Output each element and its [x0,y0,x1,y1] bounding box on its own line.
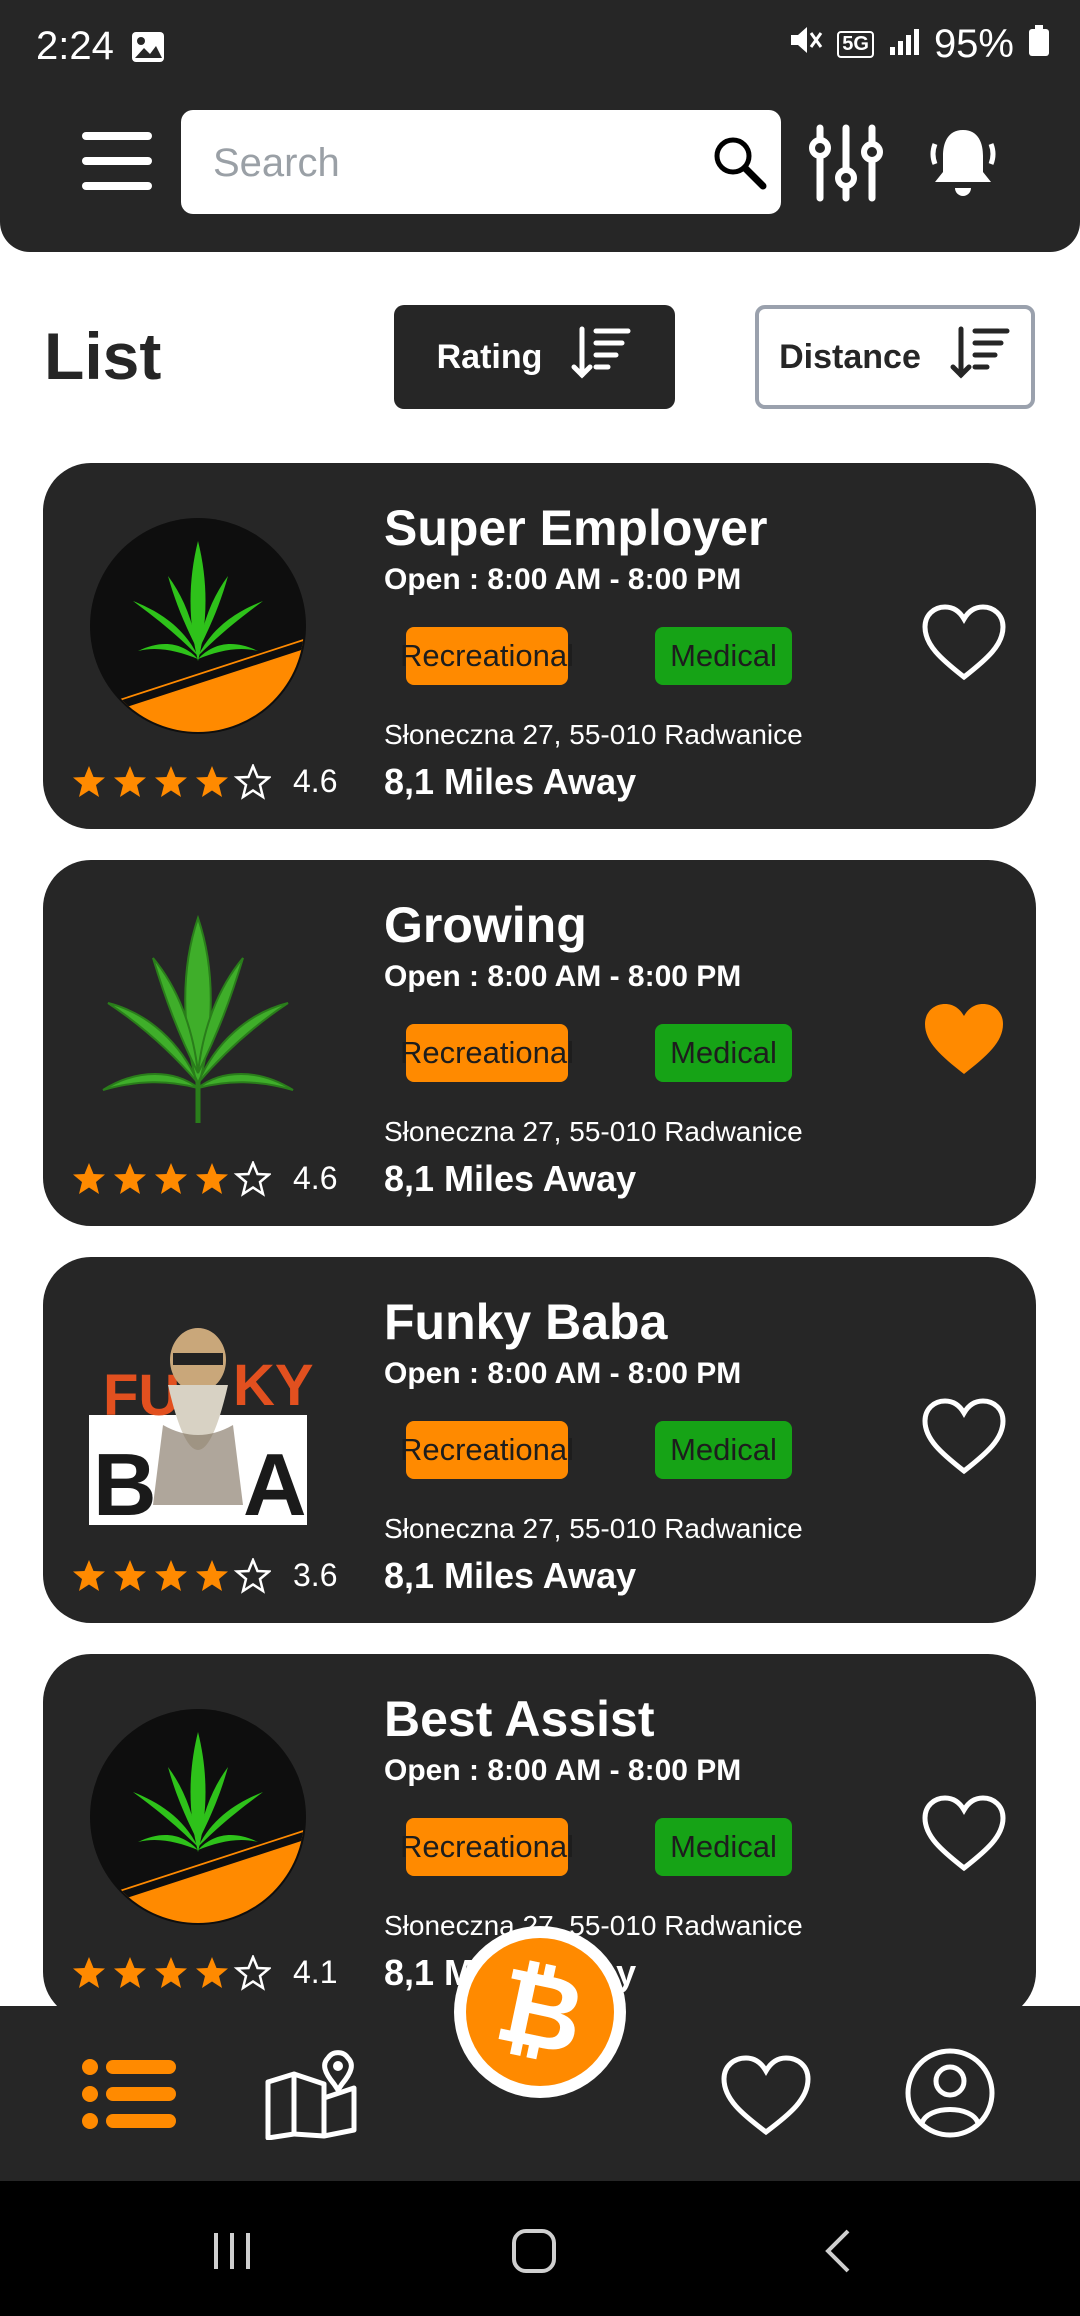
bitcoin-button[interactable]: ₿ [454,1926,626,2098]
page-title: List [44,319,162,393]
shop-name: Funky Baba [384,1294,668,1350]
network-5g-icon: 5G [837,31,874,58]
favorite-heart-outline-icon[interactable] [921,1794,1007,1874]
funky-baba-logo: FU KY B A [83,1305,314,1535]
map-icon[interactable] [264,2048,360,2145]
tag-recreational: Recreational [400,1421,574,1479]
rating-value: 4.6 [293,1160,338,1196]
rating-stars: 3.6 [71,1557,337,1594]
favorite-heart-outline-icon[interactable] [921,1397,1007,1477]
leaf-orange-circle-logo [83,511,313,741]
home-icon[interactable] [510,2227,558,2280]
sort-rating-label: Rating [436,337,543,376]
notification-bell-icon[interactable] [925,124,1001,207]
shop-name: Growing [384,897,587,953]
sort-distance-label: Distance [779,337,921,376]
tag-medical: Medical [655,1818,792,1876]
shop-distance: 8,1 Miles Away [384,1555,637,1596]
profile-icon[interactable] [904,2047,996,2144]
rating-value: 3.6 [293,1557,338,1593]
shop-hours: Open : 8:00 AM - 8:00 PM [384,563,742,596]
shop-address: Słoneczna 27, 55-010 Radwanice [384,1116,803,1147]
search-icon[interactable] [711,134,767,195]
signal-icon [888,22,920,67]
recent-apps-icon[interactable] [210,2229,254,2278]
filter-sliders-icon[interactable] [808,124,884,207]
leaf-orange-circle-logo [83,1702,313,1932]
rating-stars: 4.1 [71,1954,337,1991]
rating-stars: 4.6 [71,763,337,800]
menu-icon[interactable] [80,130,154,197]
favorite-heart-outline-icon[interactable] [921,603,1007,683]
rating-stars: 4.6 [71,1160,337,1197]
svg-text:A: A [243,1435,307,1534]
favorite-heart-filled-icon[interactable] [921,1000,1007,1080]
shop-distance: 8,1 Miles Away [384,761,637,802]
status-time: 2:24 [36,24,114,68]
bitcoin-icon: ₿ [466,1938,614,2086]
gallery-icon [130,30,166,69]
svg-text:KY: KY [233,1353,313,1418]
tag-recreational: Recreational [400,1024,574,1082]
search-input[interactable] [211,110,695,216]
tag-recreational: Recreational [400,1818,574,1876]
bitcoin-glyph: ₿ [486,1945,594,2078]
heart-icon[interactable] [720,2054,812,2143]
rating-value: 4.1 [293,1954,338,1990]
tag-medical: Medical [655,1421,792,1479]
back-icon[interactable] [822,2227,852,2280]
shop-card[interactable]: 4.6 Super Employer Open : 8:00 AM - 8:00… [43,463,1036,829]
shop-address: Słoneczna 27, 55-010 Radwanice [384,719,803,750]
shop-hours: Open : 8:00 AM - 8:00 PM [384,960,742,993]
sort-descending-icon [949,325,1011,390]
tag-medical: Medical [655,627,792,685]
search-bar [181,110,781,216]
shop-distance: 8,1 Miles Away [384,1158,637,1199]
sort-descending-icon [570,325,632,390]
rating-value: 4.6 [293,763,338,799]
battery-icon [1028,22,1050,67]
sort-rating-button[interactable]: Rating [394,305,675,409]
battery-percent: 95% [933,22,1014,66]
shop-address: Słoneczna 27, 55-010 Radwanice [384,1910,803,1941]
svg-text:FU: FU [103,1363,180,1428]
shop-hours: Open : 8:00 AM - 8:00 PM [384,1357,742,1390]
svg-text:B: B [93,1435,157,1534]
shop-name: Super Employer [384,500,768,556]
shop-hours: Open : 8:00 AM - 8:00 PM [384,1754,742,1787]
tag-recreational: Recreational [400,627,574,685]
shop-card[interactable]: FU KY B A 3.6 Funky Baba Open : 8:00 AM … [43,1257,1036,1623]
tag-medical: Medical [655,1024,792,1082]
system-navigation-bar [0,2181,1080,2316]
status-icons: 5G 95% [787,22,1050,67]
green-leaf-logo [83,908,313,1138]
mute-icon [787,22,823,67]
shop-address: Słoneczna 27, 55-010 Radwanice [384,1513,803,1544]
shop-card[interactable]: 4.6 Growing Open : 8:00 AM - 8:00 PM Rec… [43,860,1036,1226]
shop-name: Best Assist [384,1691,655,1747]
top-bar: 2:24 5G 95% [0,0,1080,252]
sort-distance-button[interactable]: Distance [755,305,1035,409]
list-icon[interactable] [82,2058,176,2135]
